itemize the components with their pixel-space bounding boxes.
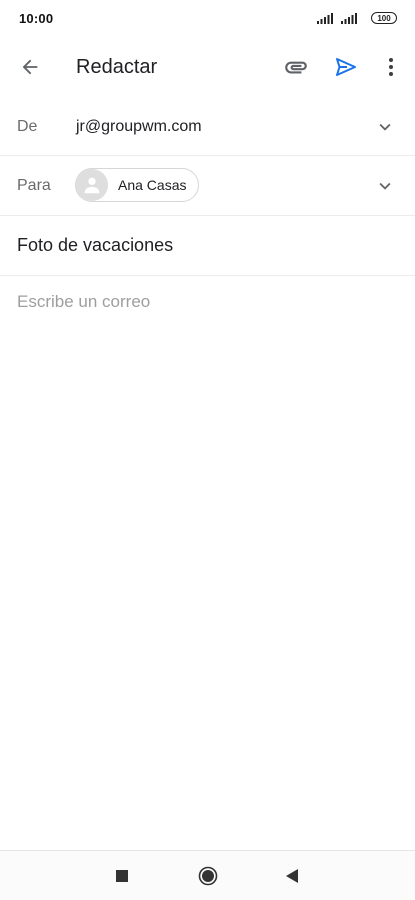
chevron-down-icon[interactable] bbox=[374, 116, 396, 138]
body-input[interactable]: Escribe un correo bbox=[0, 276, 415, 846]
recents-button[interactable] bbox=[98, 851, 146, 900]
page-title: Redactar bbox=[76, 55, 158, 78]
more-options-button[interactable] bbox=[378, 51, 404, 83]
from-row[interactable]: De jr@groupwm.com bbox=[0, 98, 415, 156]
recents-square-icon bbox=[116, 870, 128, 882]
system-nav-bar bbox=[0, 850, 415, 900]
attach-button[interactable] bbox=[280, 51, 312, 83]
status-indicators: 100 bbox=[317, 12, 397, 24]
subject-field[interactable]: Foto de vacaciones bbox=[17, 235, 173, 256]
battery-icon: 100 bbox=[371, 12, 397, 24]
status-time: 10:00 bbox=[19, 10, 54, 26]
arrow-back-icon bbox=[22, 59, 38, 75]
recipient-name: Ana Casas bbox=[118, 177, 187, 193]
recipient-chip[interactable]: Ana Casas bbox=[75, 168, 200, 202]
back-triangle-icon bbox=[286, 869, 298, 883]
more-vert-icon bbox=[389, 58, 393, 76]
avatar bbox=[76, 169, 108, 201]
back-button[interactable] bbox=[12, 49, 48, 85]
send-icon bbox=[336, 58, 356, 76]
chevron-down-icon[interactable] bbox=[374, 175, 396, 197]
compose-screen: 10:00 100 Redactar De jr@groupwm.com Par… bbox=[0, 0, 415, 900]
signal-icon-2 bbox=[341, 12, 357, 24]
send-button[interactable] bbox=[330, 51, 362, 83]
home-button[interactable] bbox=[184, 851, 232, 900]
subject-row[interactable]: Foto de vacaciones bbox=[0, 216, 415, 276]
from-label: De bbox=[17, 117, 38, 135]
home-circle-icon bbox=[198, 866, 218, 886]
app-bar: Redactar bbox=[0, 36, 415, 98]
to-label: Para bbox=[17, 176, 51, 194]
from-account[interactable]: jr@groupwm.com bbox=[76, 118, 202, 136]
body-placeholder: Escribe un correo bbox=[17, 292, 151, 311]
to-row[interactable]: Para Ana Casas bbox=[0, 156, 415, 216]
paperclip-icon bbox=[285, 61, 307, 74]
status-bar: 10:00 100 bbox=[0, 0, 415, 36]
nav-back-button[interactable] bbox=[268, 851, 316, 900]
signal-icon bbox=[317, 12, 333, 24]
person-icon bbox=[84, 177, 100, 194]
battery-level: 100 bbox=[377, 13, 391, 23]
